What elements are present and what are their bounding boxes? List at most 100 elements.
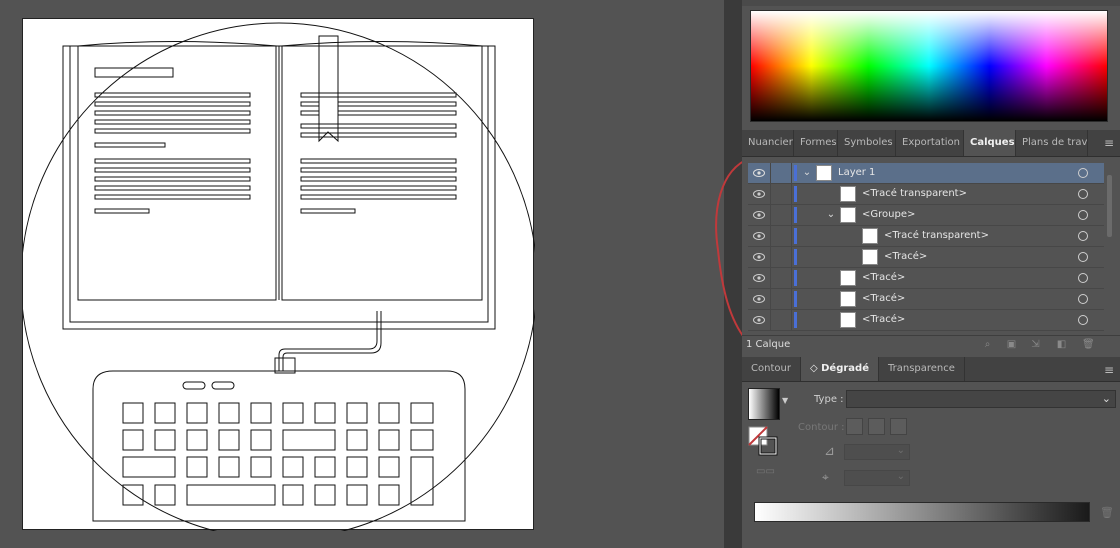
target-circle-icon[interactable] xyxy=(1078,168,1088,178)
gradient-swatch[interactable] xyxy=(748,388,780,420)
chevron-down-icon[interactable]: ⌄ xyxy=(826,208,836,222)
layer-color-bar xyxy=(794,249,797,265)
panel-menu-icon[interactable]: ≡ xyxy=(1102,130,1116,156)
layer-thumbnail xyxy=(862,228,878,244)
layer-name[interactable]: <Groupe> xyxy=(862,205,915,225)
tab-plans-de-travail[interactable]: Plans de trav xyxy=(1016,130,1088,156)
panel-dock: Nuancier Formes Symboles Exportation d C… xyxy=(742,0,1120,548)
dock-top-strip xyxy=(742,0,1120,6)
layers-list: ⌄ Layer 1 <Tracé transparent> ⌄ <Groupe> xyxy=(748,163,1104,331)
layer-name[interactable]: <Tracé> xyxy=(862,310,905,330)
canvas-area[interactable] xyxy=(0,0,724,548)
new-layer-icon[interactable]: ◧ xyxy=(1056,339,1067,350)
lock-toggle[interactable] xyxy=(770,184,792,204)
gradient-type-select[interactable]: ⌄ xyxy=(846,390,1116,408)
target-circle-icon[interactable] xyxy=(1078,315,1088,325)
tab-formes[interactable]: Formes xyxy=(794,130,838,156)
lock-toggle[interactable] xyxy=(770,226,792,246)
layer-row[interactable]: <Tracé> xyxy=(748,247,1104,268)
lock-toggle[interactable] xyxy=(770,247,792,267)
tab-calques[interactable]: Calques xyxy=(964,130,1016,156)
target-circle-icon[interactable] xyxy=(1078,231,1088,241)
layer-row[interactable]: <Tracé> xyxy=(748,289,1104,310)
target-circle-icon[interactable] xyxy=(1078,294,1088,304)
angle-select[interactable]: ⌄ xyxy=(844,444,910,460)
chevron-down-icon: ⌄ xyxy=(896,445,905,456)
layer-row[interactable]: <Tracé transparent> xyxy=(748,226,1104,247)
eye-icon[interactable] xyxy=(748,247,770,267)
trash-icon[interactable]: 🗑 xyxy=(1100,506,1114,519)
target-circle-icon[interactable] xyxy=(1078,273,1088,283)
layer-name[interactable]: <Tracé> xyxy=(862,268,905,288)
layer-name[interactable]: <Tracé transparent> xyxy=(862,184,967,204)
eye-icon[interactable] xyxy=(748,184,770,204)
layer-color-bar xyxy=(794,186,797,202)
eye-icon[interactable] xyxy=(748,226,770,246)
lock-toggle[interactable] xyxy=(770,163,792,183)
layer-name[interactable]: <Tracé> xyxy=(862,289,905,309)
gradient-swap-icon[interactable]: ▭▭ xyxy=(756,466,775,477)
layer-thumbnail xyxy=(816,165,832,181)
layer-row[interactable]: ⌄ Layer 1 xyxy=(748,163,1104,184)
gradient-slider[interactable] xyxy=(754,502,1090,522)
lock-toggle[interactable] xyxy=(770,268,792,288)
tab-transparence[interactable]: Transparence xyxy=(879,357,965,381)
layer-thumbnail xyxy=(840,312,856,328)
layer-color-bar xyxy=(794,207,797,223)
dock-divider[interactable] xyxy=(724,0,742,548)
lock-toggle[interactable] xyxy=(770,310,792,330)
layer-name[interactable]: <Tracé> xyxy=(884,247,927,267)
lock-toggle[interactable] xyxy=(770,205,792,225)
tab-contour[interactable]: Contour xyxy=(742,357,801,381)
layer-name[interactable]: <Tracé transparent> xyxy=(884,226,989,246)
chevron-down-icon[interactable]: ▼ xyxy=(782,396,788,405)
layer-color-bar xyxy=(794,228,797,244)
target-circle-icon[interactable] xyxy=(1078,252,1088,262)
lock-toggle[interactable] xyxy=(770,289,792,309)
panel-menu-icon[interactable]: ≡ xyxy=(1102,357,1116,383)
eye-icon[interactable] xyxy=(748,289,770,309)
scrollbar-thumb[interactable] xyxy=(1107,175,1112,237)
eye-icon[interactable] xyxy=(748,205,770,225)
new-sublayer-icon[interactable]: ⇲ xyxy=(1030,339,1041,350)
eye-icon[interactable] xyxy=(748,268,770,288)
layers-scrollbar[interactable] xyxy=(1106,163,1114,331)
target-circle-icon[interactable] xyxy=(1078,189,1088,199)
target-circle-icon[interactable] xyxy=(1078,210,1088,220)
color-spectrum[interactable] xyxy=(750,10,1108,122)
artwork-illustration xyxy=(23,22,535,531)
make-clipping-mask-icon[interactable]: ▣ xyxy=(1006,339,1017,350)
layer-thumbnail xyxy=(862,249,878,265)
stroke-gradient-across-button[interactable] xyxy=(890,418,907,435)
tab-degrade-label: Dégradé xyxy=(821,363,869,374)
layer-name[interactable]: Layer 1 xyxy=(838,163,875,183)
gradient-panel-tabs: Contour ◇ Dégradé Transparence ≡ xyxy=(742,357,1120,382)
layer-row[interactable]: <Tracé> xyxy=(748,310,1104,331)
trash-icon[interactable]: 🗑 xyxy=(1082,339,1095,350)
tab-exportation[interactable]: Exportation d xyxy=(896,130,964,156)
aspect-ratio-icon: ⌖ xyxy=(822,470,829,484)
layer-row[interactable]: <Tracé transparent> xyxy=(748,184,1104,205)
search-icon[interactable]: ⌕ xyxy=(982,339,993,350)
artboard[interactable] xyxy=(22,18,535,531)
aspect-ratio-select[interactable]: ⌄ xyxy=(844,470,910,486)
layer-row[interactable]: ⌄ <Groupe> xyxy=(748,205,1104,226)
gradient-panel: ▼ ▭▭ Type : ⌄ Contour : ⊿ ⌄ ⌖ ⌄ 🗑 xyxy=(742,382,1120,548)
fill-stroke-icon[interactable] xyxy=(748,426,778,456)
chevron-down-icon[interactable]: ⌄ xyxy=(802,166,812,180)
artwork-bookmark xyxy=(318,35,339,143)
eye-icon[interactable] xyxy=(748,310,770,330)
tab-symboles[interactable]: Symboles xyxy=(838,130,896,156)
tab-nuancier[interactable]: Nuancier xyxy=(742,130,794,156)
type-label: Type : xyxy=(814,394,844,405)
tab-degrade[interactable]: ◇ Dégradé xyxy=(800,357,879,381)
chevron-down-icon: ⌄ xyxy=(1101,392,1111,405)
layer-row[interactable]: <Tracé> xyxy=(748,268,1104,289)
stroke-gradient-along-button[interactable] xyxy=(868,418,885,435)
layer-color-bar xyxy=(794,165,797,181)
eye-icon[interactable] xyxy=(748,163,770,183)
layer-color-bar xyxy=(794,291,797,307)
layer-color-bar xyxy=(794,270,797,286)
stroke-gradient-within-button[interactable] xyxy=(846,418,863,435)
layer-thumbnail xyxy=(840,186,856,202)
